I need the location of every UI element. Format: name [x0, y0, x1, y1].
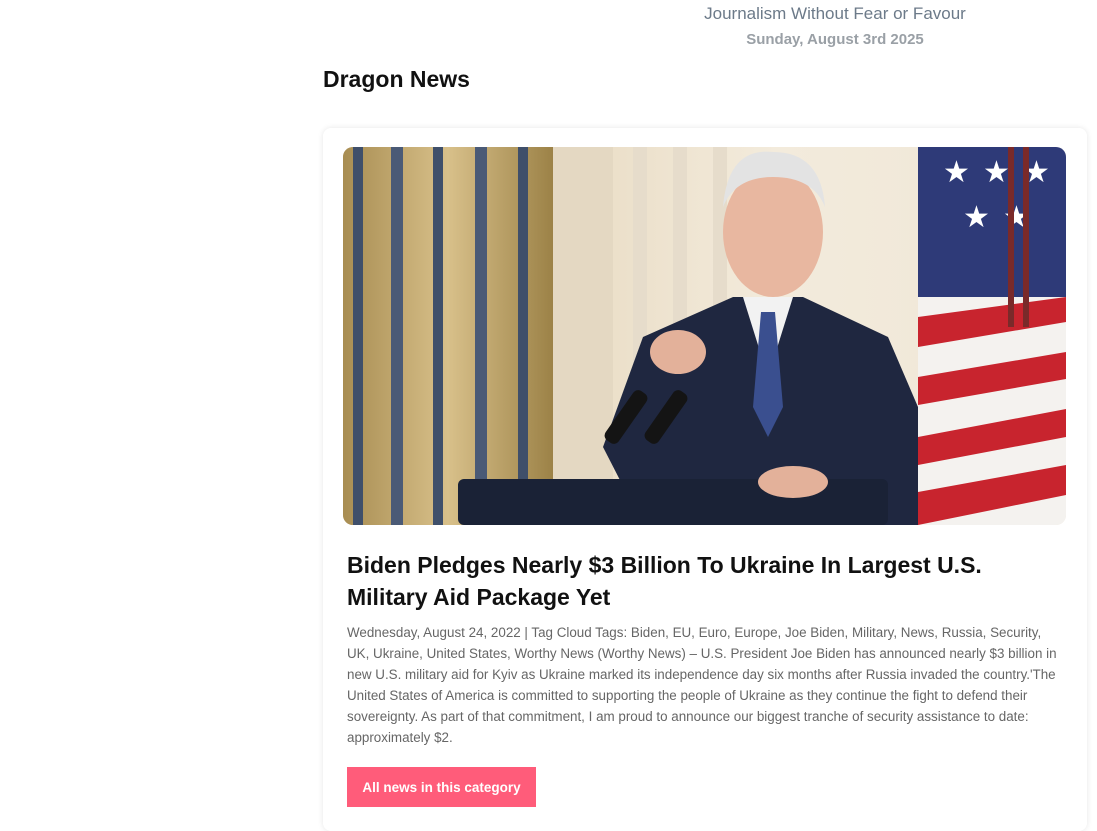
news-card: ★ ★ ★ ★ ★ Biden Pledges Nearly $3 Billio… [323, 128, 1087, 831]
svg-text:★: ★ [983, 155, 1010, 190]
svg-text:★: ★ [943, 155, 970, 190]
article-excerpt: Wednesday, August 24, 2022 | Tag Cloud T… [347, 625, 1057, 745]
svg-text:★: ★ [963, 200, 990, 235]
president-speaking-photo: ★ ★ ★ ★ ★ [343, 147, 1066, 525]
article-headline[interactable]: Biden Pledges Nearly $3 Billion To Ukrai… [347, 549, 1047, 613]
current-date: Sunday, August 3rd 2025 [746, 31, 924, 48]
section-title: Dragon News [323, 66, 470, 92]
article-image[interactable]: ★ ★ ★ ★ ★ [343, 147, 1066, 525]
site-tagline: Journalism Without Fear or Favour [704, 4, 966, 23]
all-news-category-button[interactable]: All news in this category [347, 767, 536, 807]
